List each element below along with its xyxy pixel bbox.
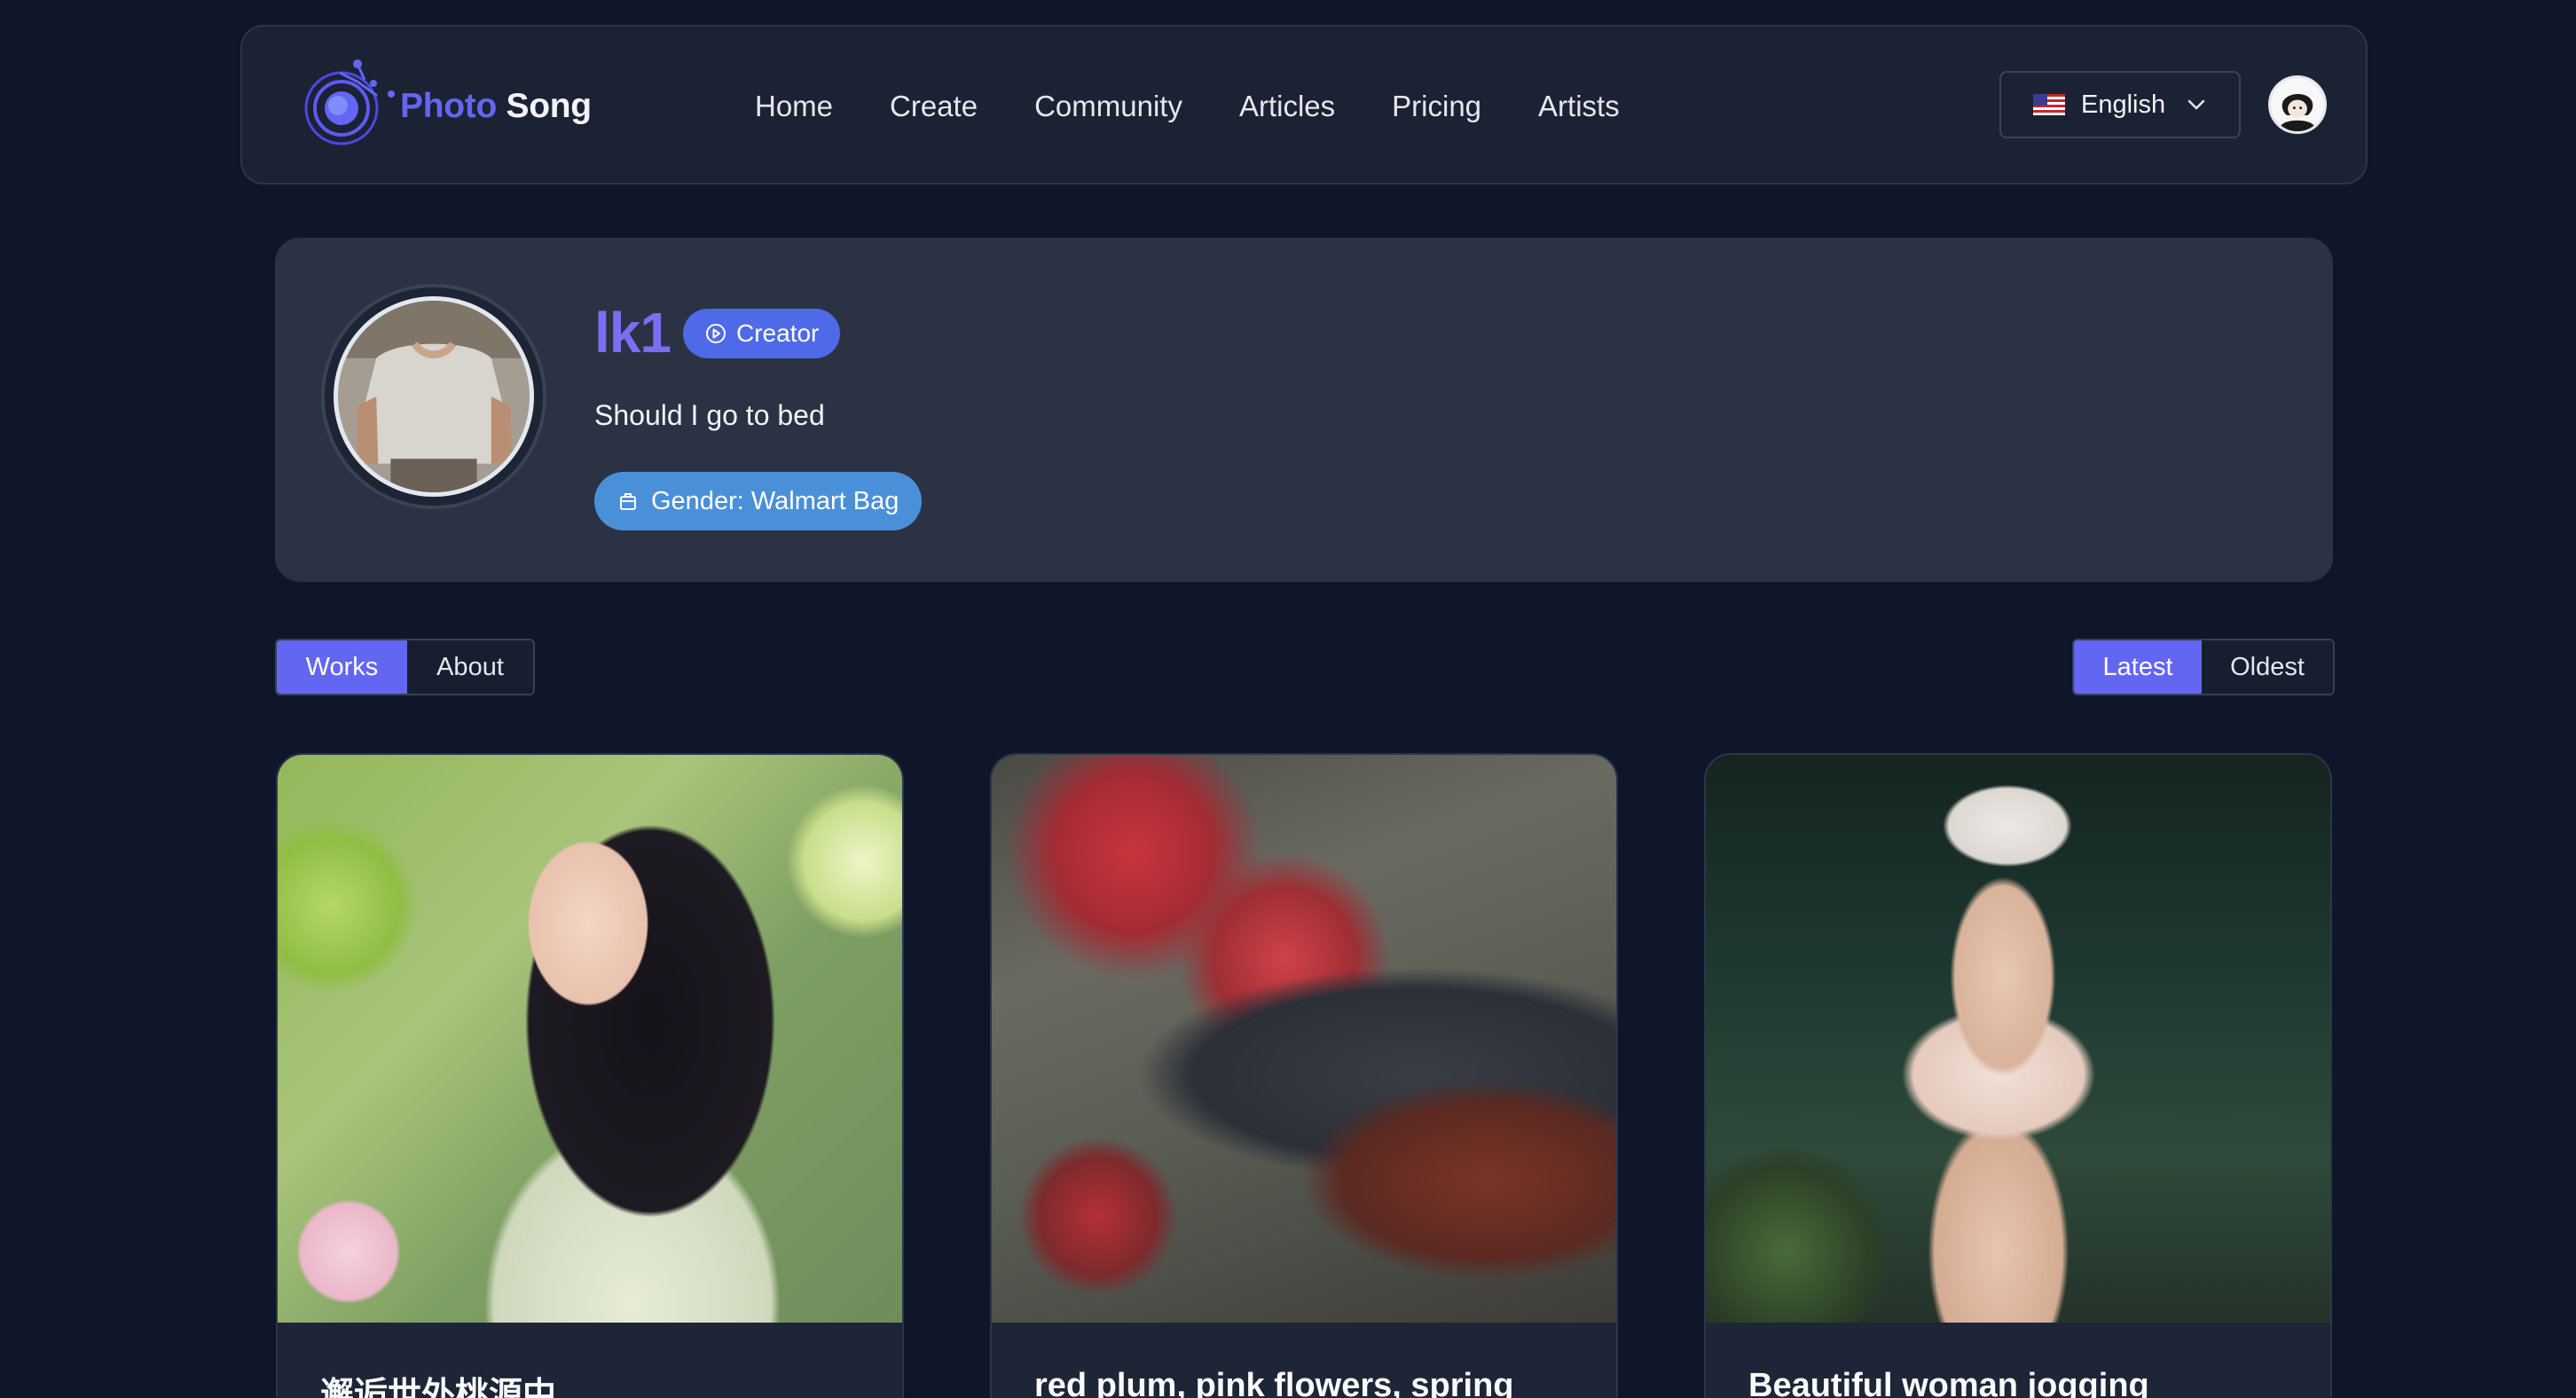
work-card-image — [278, 755, 902, 1323]
user-avatar-image — [2271, 78, 2324, 131]
nav-home[interactable]: Home — [755, 90, 833, 123]
work-card-title: red plum, pink flowers, spring — [1034, 1367, 1514, 1398]
nav-articles[interactable]: Articles — [1239, 90, 1335, 123]
chevron-down-icon — [2187, 99, 2205, 110]
tab-works[interactable]: Works — [277, 640, 407, 694]
work-card-title: Beautiful woman jogging — [1748, 1367, 2149, 1398]
work-card-title: 邂逅世外桃源中 — [320, 1377, 557, 1398]
sort-latest-button[interactable]: Latest — [2074, 640, 2202, 694]
language-label: English — [2081, 90, 2166, 119]
work-card[interactable]: 邂逅世外桃源中 — [276, 753, 904, 1398]
profile-bio: Should I go to bed — [594, 399, 825, 431]
language-selector[interactable]: English — [1999, 71, 2241, 138]
gender-badge-label: Gender: Walmart Bag — [651, 486, 899, 515]
page: Photo Song Home Create Community Article… — [0, 0, 2576, 1398]
nav-create[interactable]: Create — [890, 90, 978, 123]
profile-username: lk1 — [594, 301, 671, 365]
work-card-image — [992, 755, 1616, 1323]
brand-logo-link[interactable]: Photo Song — [295, 57, 592, 156]
work-card[interactable]: Beautiful woman jogging — [1704, 753, 2332, 1398]
profile-avatar-image — [334, 296, 534, 497]
work-card[interactable]: red plum, pink flowers, spring — [990, 753, 1618, 1398]
main-nav: Home Create Community Articles Pricing A… — [755, 27, 1677, 186]
user-avatar-button[interactable] — [2268, 75, 2327, 134]
nav-pricing[interactable]: Pricing — [1392, 90, 1481, 123]
profile-tabs: Works About — [275, 639, 535, 695]
play-circle-icon — [706, 324, 726, 343]
profile-avatar — [321, 284, 546, 509]
tab-about[interactable]: About — [407, 640, 533, 694]
nav-community[interactable]: Community — [1034, 90, 1182, 123]
sort-oldest-button[interactable]: Oldest — [2202, 640, 2333, 694]
bag-icon — [620, 493, 636, 510]
creator-badge: Creator — [683, 309, 841, 358]
gender-badge: Gender: Walmart Bag — [594, 472, 923, 530]
sort-toggle: Latest Oldest — [2072, 639, 2335, 695]
navbar: Photo Song Home Create Community Article… — [240, 25, 2368, 185]
nav-artists[interactable]: Artists — [1538, 90, 1620, 123]
us-flag-icon — [2033, 94, 2065, 115]
profile-card: lk1 Creator Should I go to bed Gender: W… — [275, 238, 2333, 582]
profile-photo-illustration — [338, 301, 530, 492]
work-card-image — [1706, 755, 2330, 1323]
creator-badge-label: Creator — [736, 319, 820, 347]
brand-name: Photo Song — [400, 87, 592, 125]
orbit-logo-icon — [304, 59, 395, 145]
